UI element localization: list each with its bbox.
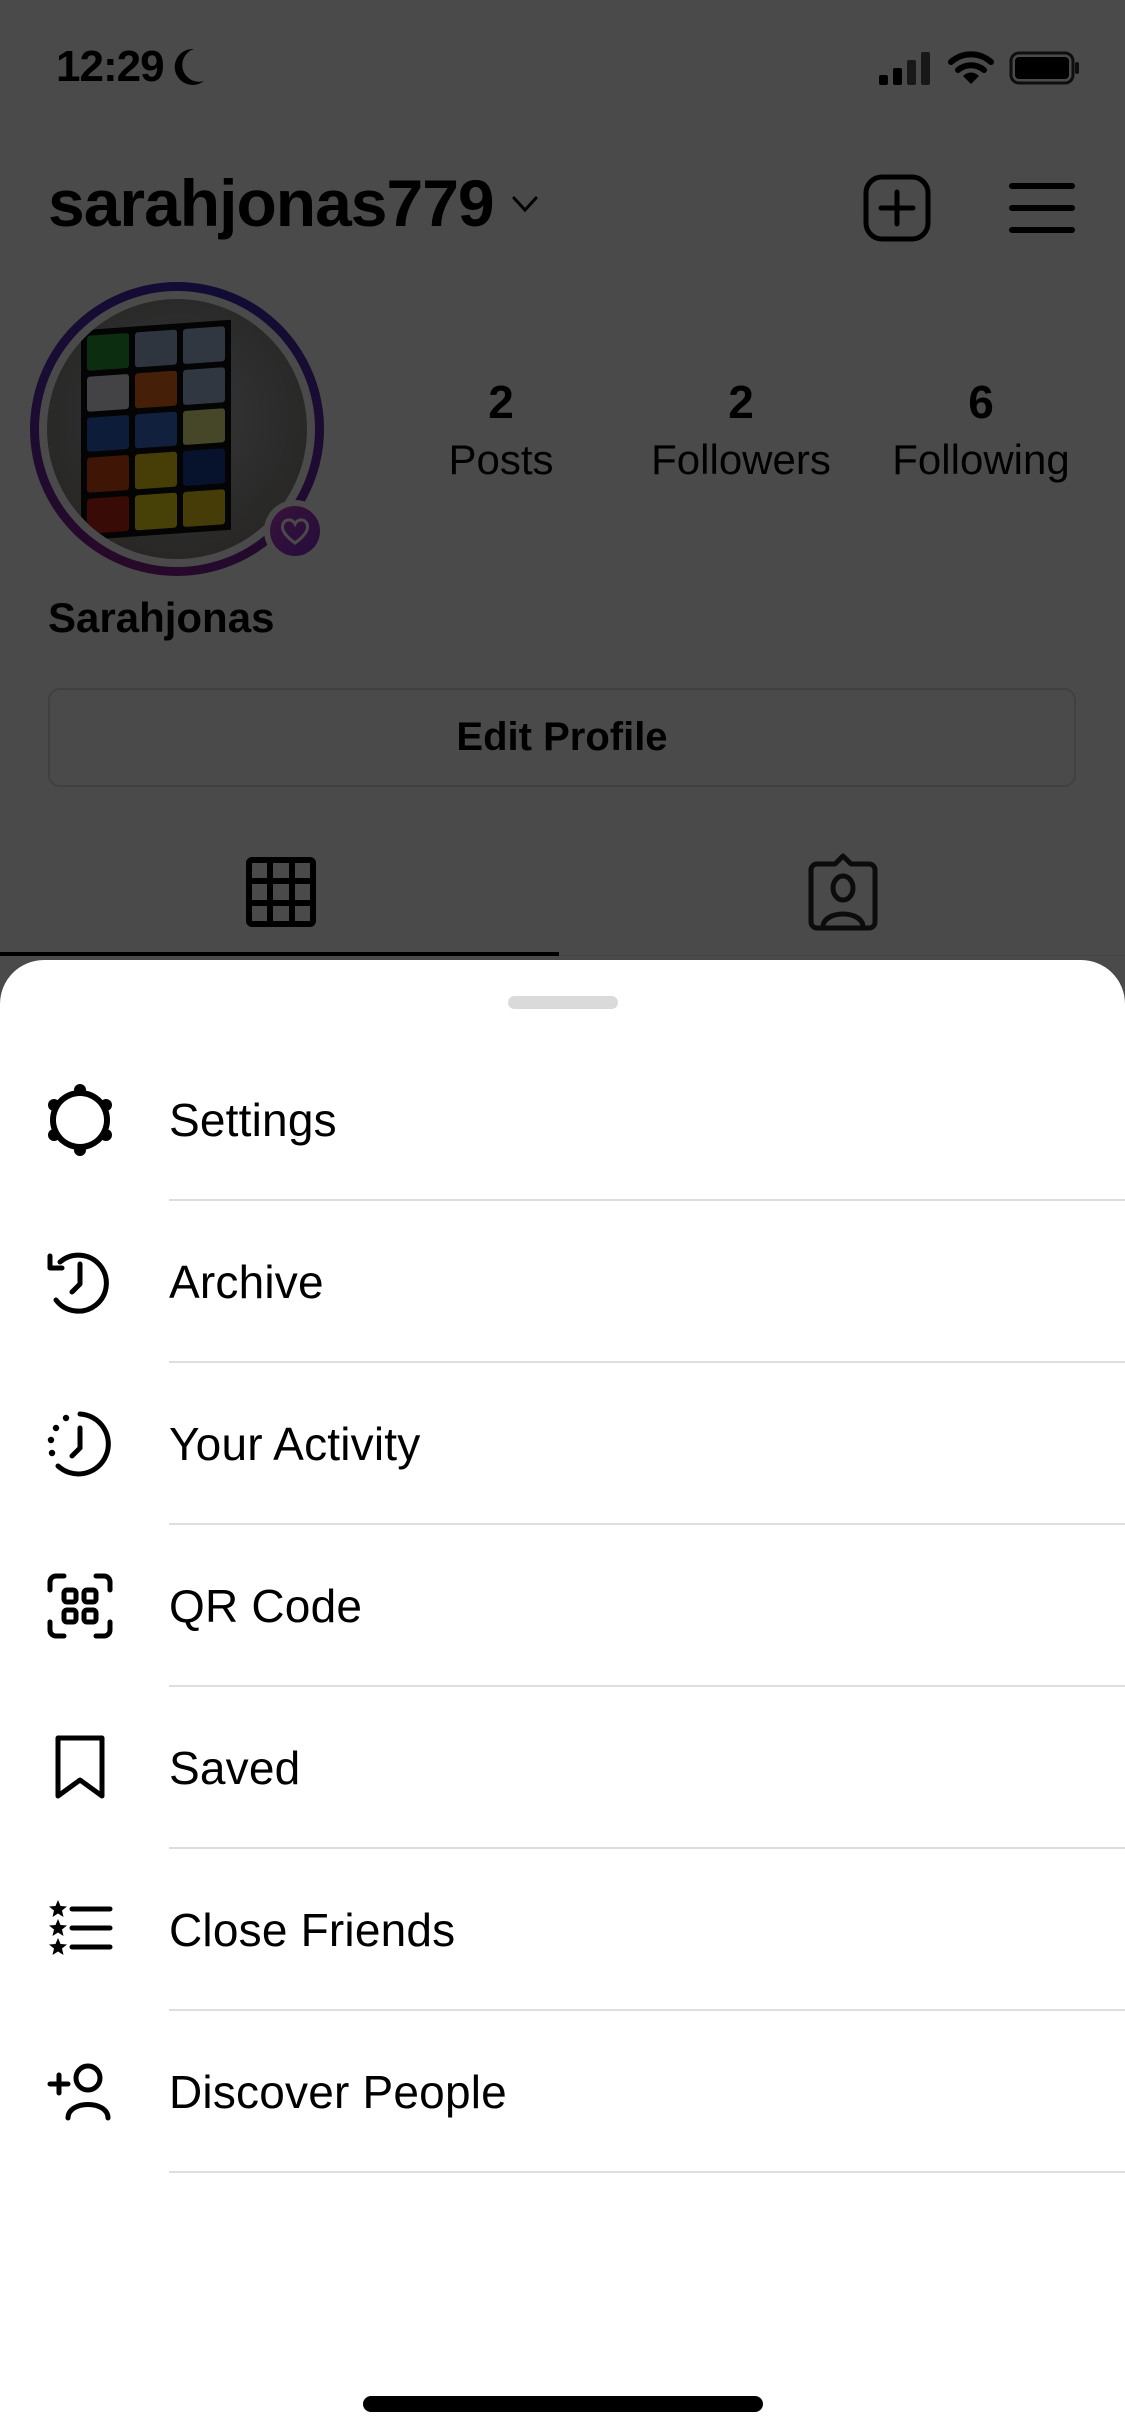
sheet-drag-handle[interactable] xyxy=(508,996,618,1009)
settings-gear-icon xyxy=(44,1084,116,1156)
menu-label: Archive xyxy=(169,1256,324,1308)
home-indicator[interactable] xyxy=(363,2396,763,2412)
menu-item-discover-people[interactable]: Discover People xyxy=(0,2011,1125,2173)
activity-clock-icon xyxy=(44,1408,116,1480)
menu-label: Close Friends xyxy=(169,1904,456,1956)
menu-item-close-friends[interactable]: Close Friends xyxy=(0,1849,1125,2011)
bookmark-icon xyxy=(44,1732,116,1804)
menu-item-qr-code[interactable]: QR Code xyxy=(0,1525,1125,1687)
archive-clock-icon xyxy=(44,1246,116,1318)
menu-item-your-activity[interactable]: Your Activity xyxy=(0,1363,1125,1525)
menu-label: Saved xyxy=(169,1742,301,1794)
menu-item-saved[interactable]: Saved xyxy=(0,1687,1125,1849)
menu-label: Your Activity xyxy=(169,1418,421,1470)
close-friends-list-icon xyxy=(44,1894,116,1966)
menu-item-archive[interactable]: Archive xyxy=(0,1201,1125,1363)
bottom-sheet-menu: Settings Archive Your Activity QR Code S… xyxy=(0,960,1125,2436)
menu-label: QR Code xyxy=(169,1580,363,1632)
divider xyxy=(169,2171,1125,2173)
add-person-icon xyxy=(44,2056,116,2128)
menu-label: Discover People xyxy=(169,2066,507,2118)
menu-item-settings[interactable]: Settings xyxy=(0,1039,1125,1201)
menu-label: Settings xyxy=(169,1094,337,1146)
menu-list: Settings Archive Your Activity QR Code S… xyxy=(0,1039,1125,2173)
qr-code-icon xyxy=(44,1570,116,1642)
